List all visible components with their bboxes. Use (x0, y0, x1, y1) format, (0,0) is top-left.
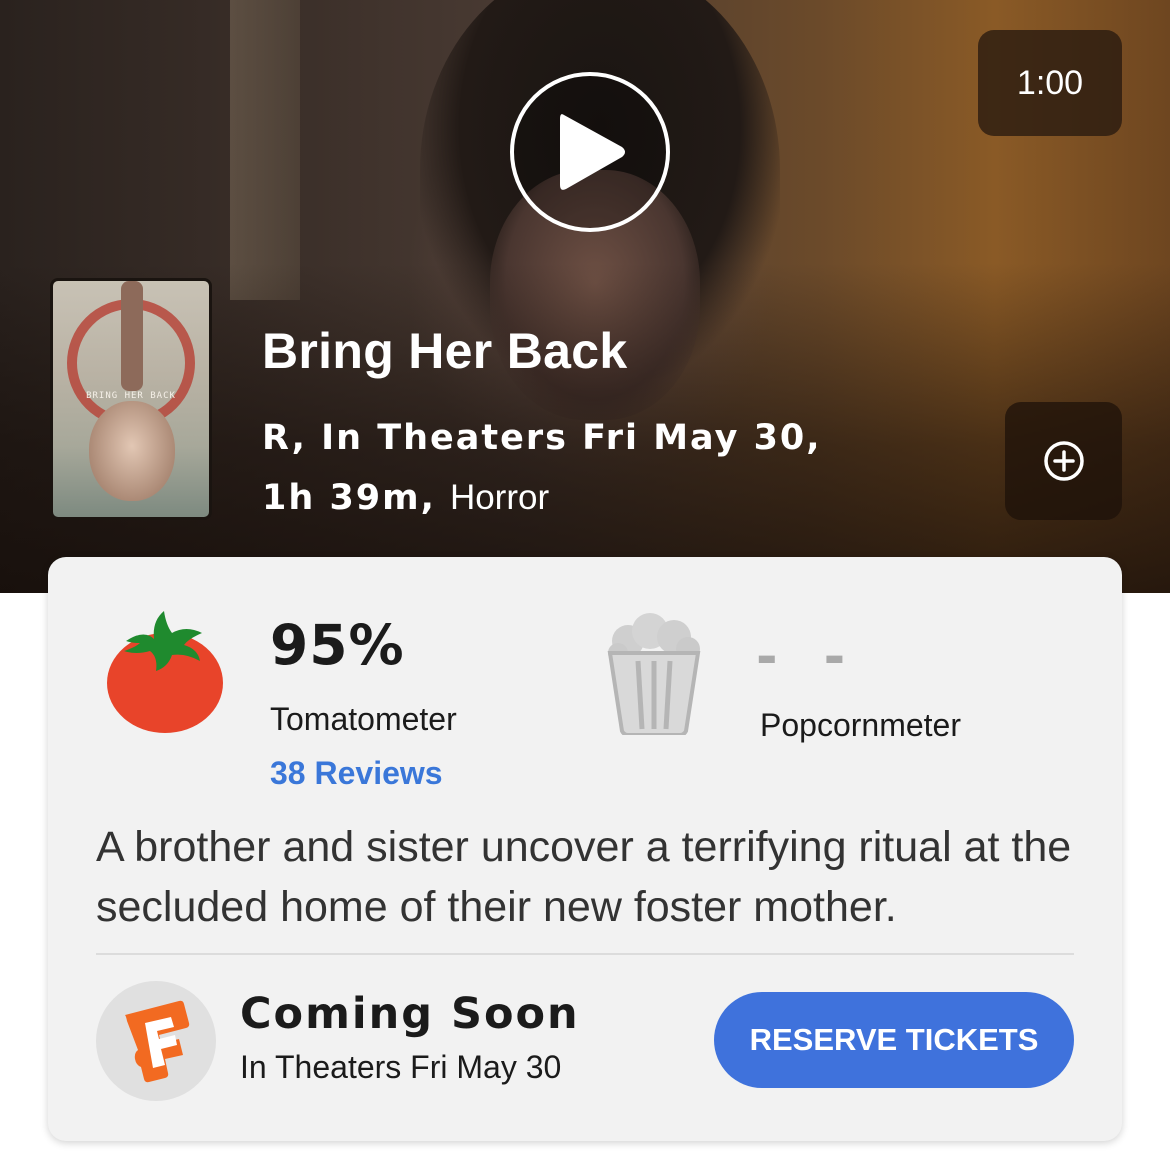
plus-circle-icon (1043, 441, 1084, 481)
reserve-tickets-button[interactable]: RESERVE TICKETS (714, 992, 1074, 1088)
fandango-logo (96, 981, 216, 1101)
ticket-status: Coming Soon (240, 989, 580, 1039)
poster-title: BRING HER BACK (86, 391, 176, 401)
tomatometer-score: 95% (270, 613, 405, 677)
release-date: In Theaters Fri May 30 (240, 1049, 562, 1085)
trailer-hero[interactable]: 1:00 BRING HER BACK Bring Her Back R, In… (0, 0, 1170, 593)
runtime-genre-line: 1h 39m, Horror (262, 468, 882, 528)
poster-hand (121, 281, 143, 391)
movie-meta: R, In Theaters Fri May 30, 1h 39m, Horror (262, 408, 882, 528)
runtime: 1h 39m, (262, 478, 436, 518)
fandango-logo-icon (125, 1000, 190, 1083)
genre: Horror (449, 478, 550, 517)
movie-synopsis: A brother and sister uncover a terrifyin… (96, 823, 1072, 931)
divider (96, 953, 1074, 955)
tomatometer-label: Tomatometer (270, 701, 457, 737)
scores-card: 95% Tomatometer 38 Reviews - - Popcornme… (48, 557, 1122, 1141)
popcorn-icon (607, 613, 701, 735)
play-icon (560, 114, 625, 190)
hero-background (230, 0, 300, 300)
popcornmeter-label: Popcornmeter (760, 707, 961, 743)
rating-release: R, In Theaters Fri May 30, (262, 418, 822, 458)
add-to-watchlist-button[interactable] (1005, 402, 1122, 520)
reviews-link[interactable]: 38 Reviews (270, 755, 443, 792)
movie-title: Bring Her Back (262, 323, 628, 379)
tomato-icon (107, 611, 223, 733)
poster-face (89, 401, 175, 501)
trailer-duration-badge: 1:00 (978, 30, 1122, 136)
movie-poster[interactable]: BRING HER BACK (50, 278, 212, 520)
popcornmeter-score: - - (756, 627, 860, 687)
play-button[interactable] (510, 72, 670, 232)
